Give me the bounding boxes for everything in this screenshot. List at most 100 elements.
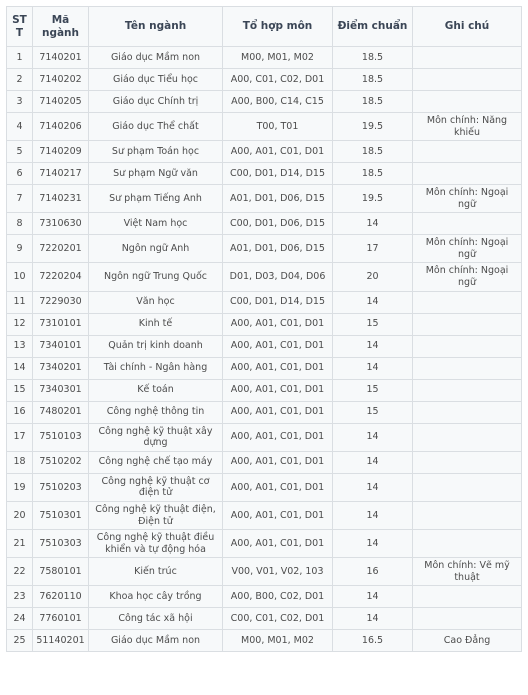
cell-note: Môn chính: Năng khiếu: [412, 111, 522, 142]
cell-stt: 22: [6, 557, 33, 587]
cell-name: Công nghệ kỹ thuật điện, Điện tử: [88, 500, 223, 531]
table-body: 1 7140201 Giáo dục Mầm non M00, M01, M02 18.…: [6, 46, 522, 653]
cell-score: 15: [332, 312, 413, 336]
column-header-combo: Tổ hợp môn: [222, 6, 333, 47]
cell-code: 7760101: [32, 607, 89, 631]
column-header-note: Ghi chú: [412, 6, 522, 47]
cell-stt: 4: [6, 111, 33, 142]
cell-name: Kiến trúc: [88, 557, 223, 587]
cell-score: 14: [332, 607, 413, 631]
cell-name: Quản trị kinh doanh: [88, 334, 223, 358]
cell-stt: 2: [6, 68, 33, 91]
table-row: 4 7140206 Giáo dục Thể chất T00, T01 19.5 Môn…: [6, 111, 522, 142]
cell-name: Giáo dục Tiểu học: [88, 68, 223, 91]
table-row: 22 7580101 Kiến trúc V00, V01, V02, 103 16 Mô…: [6, 557, 522, 587]
cell-name: Công nghệ thông tin: [88, 400, 223, 424]
cell-note: Môn chính: Ngoại ngữ: [412, 262, 522, 292]
table-row: 13 7340101 Quản trị kinh doanh A00, A01, C0…: [6, 334, 522, 358]
cell-name: Tài chính - Ngân hàng: [88, 356, 223, 380]
cell-score: 16: [332, 557, 413, 587]
table-row: 1 7140201 Giáo dục Mầm non M00, M01, M02 18.…: [6, 46, 522, 69]
column-header-name: Tên ngành: [88, 6, 223, 47]
table-row: 3 7140205 Giáo dục Chính trị A00, B00, C14,…: [6, 90, 522, 113]
cell-score: 14: [332, 422, 413, 452]
cell-code: 7480201: [32, 400, 89, 424]
cell-combo: A00, A01, C01, D01: [222, 378, 333, 402]
cell-combo: A00, A01, C01, D01: [222, 472, 333, 502]
cell-name: Giáo dục Mầm non: [88, 629, 223, 653]
cell-score: 14: [332, 529, 413, 559]
cell-stt: 1: [6, 46, 33, 69]
cell-code: 7510303: [32, 529, 89, 559]
cell-stt: 24: [6, 607, 33, 631]
cell-note: [412, 400, 522, 424]
column-header-stt: STT: [6, 6, 33, 47]
cell-combo: M00, M01, M02: [222, 629, 333, 653]
cell-score: 17: [332, 234, 413, 264]
admissions-table-container: STT Mã ngành Tên ngành Tổ hợp môn Điểm c…: [0, 0, 528, 653]
cell-note: [412, 68, 522, 91]
cell-stt: 13: [6, 334, 33, 358]
cell-code: 7510103: [32, 422, 89, 452]
cell-combo: C00, D01, D14, D15: [222, 162, 333, 186]
table-row: 12 7310101 Kinh tế A00, A01, C01, D01 15: [6, 312, 522, 336]
cell-name: Giáo dục Thể chất: [88, 111, 223, 142]
cell-code: 7620110: [32, 585, 89, 609]
cell-stt: 23: [6, 585, 33, 609]
cell-score: 16.5: [332, 629, 413, 653]
table-row: 2 7140202 Giáo dục Tiểu học A00, C01, C02, …: [6, 68, 522, 91]
cell-note: [412, 356, 522, 380]
cell-name: Công tác xã hội: [88, 607, 223, 631]
cell-note: [412, 422, 522, 452]
cell-code: 7510301: [32, 500, 89, 531]
cell-score: 14: [332, 290, 413, 314]
cell-note: Cao Đẳng: [412, 629, 522, 653]
cell-combo: A01, D01, D06, D15: [222, 184, 333, 214]
cell-score: 19.5: [332, 111, 413, 142]
cell-score: 14: [332, 334, 413, 358]
cell-combo: A00, A01, C01, D01: [222, 140, 333, 164]
cell-code: 7340101: [32, 334, 89, 358]
cell-note: [412, 334, 522, 358]
table-row: 25 51140201 Giáo dục Mầm non M00, M01, M02 1…: [6, 629, 522, 653]
cell-score: 15: [332, 378, 413, 402]
cell-stt: 10: [6, 262, 33, 292]
cell-stt: 5: [6, 140, 33, 164]
cell-code: 7340301: [32, 378, 89, 402]
table-row: 10 7220204 Ngôn ngữ Trung Quốc D01, D03, D0…: [6, 262, 522, 292]
cell-stt: 3: [6, 90, 33, 113]
table-row: 7 7140231 Sư phạm Tiếng Anh A01, D01, D06, …: [6, 184, 522, 214]
cell-stt: 11: [6, 290, 33, 314]
cell-note: [412, 140, 522, 164]
cell-note: Môn chính: Ngoại ngữ: [412, 184, 522, 214]
cell-code: 7140206: [32, 111, 89, 142]
cell-code: 7140231: [32, 184, 89, 214]
cell-note: [412, 378, 522, 402]
table-row: 9 7220201 Ngôn ngữ Anh A01, D01, D06, D15 17…: [6, 234, 522, 264]
table-row: 16 7480201 Công nghệ thông tin A00, A01, C0…: [6, 400, 522, 424]
cell-note: [412, 46, 522, 69]
cell-code: 7340201: [32, 356, 89, 380]
cell-score: 14: [332, 212, 413, 236]
table-row: 20 7510301 Công nghệ kỹ thuật điện, Điện t…: [6, 500, 522, 531]
cell-score: 14: [332, 585, 413, 609]
cell-stt: 20: [6, 500, 33, 531]
cell-stt: 7: [6, 184, 33, 214]
cell-combo: A00, A01, C01, D01: [222, 529, 333, 559]
cell-code: 7220201: [32, 234, 89, 264]
cell-stt: 19: [6, 472, 33, 502]
cell-combo: C00, D01, D14, D15: [222, 290, 333, 314]
cell-stt: 6: [6, 162, 33, 186]
cell-note: [412, 472, 522, 502]
cell-combo: M00, M01, M02: [222, 46, 333, 69]
table-row: 5 7140209 Sư phạm Toán học A00, A01, C01, D…: [6, 140, 522, 164]
table-row: 8 7310630 Việt Nam học C00, D01, D06, D15 14: [6, 212, 522, 236]
cell-code: 7140205: [32, 90, 89, 113]
cell-code: 7510202: [32, 450, 89, 474]
cell-code: 7310101: [32, 312, 89, 336]
cell-name: Công nghệ chế tạo máy: [88, 450, 223, 474]
cell-name: Công nghệ kỹ thuật điều khiển và tự động…: [88, 529, 223, 559]
cell-note: Môn chính: Vẽ mỹ thuật: [412, 557, 522, 587]
table-row: 11 7229030 Văn học C00, D01, D14, D15 14: [6, 290, 522, 314]
cell-name: Giáo dục Chính trị: [88, 90, 223, 113]
